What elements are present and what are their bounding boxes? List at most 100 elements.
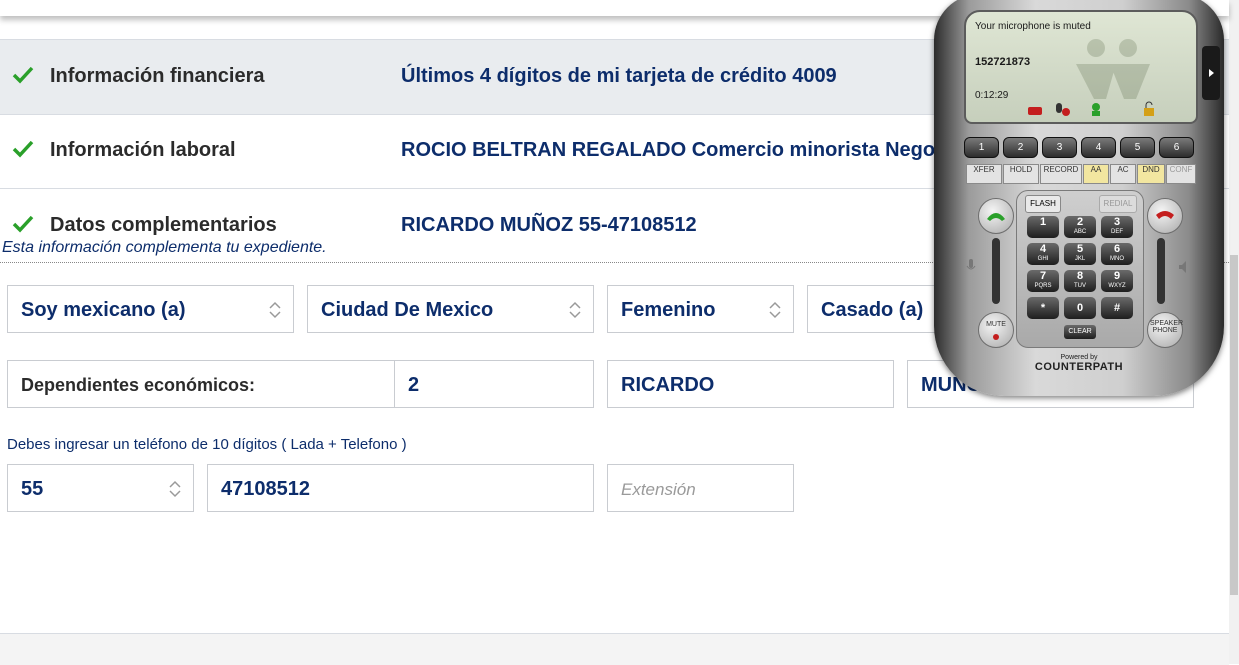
speaker-volume-slider[interactable] xyxy=(1157,238,1165,304)
select-arrows-icon xyxy=(169,480,181,498)
summary-value: ROCIO BELTRAN REGALADO Comercio minorist… xyxy=(401,139,965,161)
key-4[interactable]: 4 GHI xyxy=(1027,243,1059,265)
phone-number-input[interactable]: 47108512 xyxy=(207,464,594,512)
powered-by-text: Powered by xyxy=(1060,354,1098,361)
brand-footer: Powered by COUNTERPATH xyxy=(1034,354,1124,373)
mic-volume-slider[interactable] xyxy=(992,238,1000,304)
key-digit: 3 xyxy=(1113,216,1121,228)
counterpath-logo-icon xyxy=(1076,39,1150,99)
key-digit: 9 xyxy=(1113,270,1121,282)
line-button-5[interactable]: 5 xyxy=(1120,137,1155,158)
redial-button[interactable]: REDIAL xyxy=(1099,195,1137,213)
record-button[interactable]: RECORD xyxy=(1040,164,1082,184)
key-letters: JKL xyxy=(1074,256,1086,262)
dependents-input[interactable]: 2 xyxy=(394,360,594,408)
summary-value: RICARDO MUÑOZ 55-47108512 xyxy=(401,214,697,236)
key-6[interactable]: 6 MNO xyxy=(1101,243,1133,265)
key-digit: 1 xyxy=(1039,216,1047,228)
softphone-expand-tab[interactable] xyxy=(1202,46,1220,100)
key-3[interactable]: 3 DEF xyxy=(1101,216,1133,238)
phone-status-icon xyxy=(1028,107,1042,115)
summary-label: Información laboral xyxy=(50,139,236,161)
key-letters: PQRS xyxy=(1034,283,1052,289)
dependents-label: Dependientes económicos: xyxy=(21,375,256,395)
check-icon xyxy=(12,66,34,84)
line-button-6[interactable]: 6 xyxy=(1159,137,1194,158)
key-0[interactable]: 0 xyxy=(1064,297,1096,319)
phone-number-value: 47108512 xyxy=(221,478,310,500)
lada-value: 55 xyxy=(21,478,44,500)
softphone-window[interactable]: Your microphone is muted 152721873 0:12:… xyxy=(934,0,1224,396)
scrollbar-thumb[interactable] xyxy=(1230,255,1238,595)
key-letters: TUV xyxy=(1074,283,1086,289)
key-digit: * xyxy=(1040,302,1046,314)
key-8[interactable]: 8 TUV xyxy=(1064,270,1096,292)
summary-label: Datos complementarios xyxy=(50,214,277,236)
conference-button[interactable]: CONF xyxy=(1166,164,1196,184)
keypad: FLASH REDIAL 1 2 ABC 3 DEF 4 GHI 5 JKL 6 MNO … xyxy=(1016,190,1144,348)
key-1[interactable]: 1 xyxy=(1027,216,1059,238)
key-7[interactable]: 7 PQRS xyxy=(1027,270,1059,292)
key-2[interactable]: 2 ABC xyxy=(1064,216,1096,238)
line-button-1[interactable]: 1 xyxy=(964,137,999,158)
speakerphone-button[interactable]: SPEAKER PHONE xyxy=(1147,312,1183,348)
key-9[interactable]: 9 WXYZ xyxy=(1101,270,1133,292)
key-digit: 6 xyxy=(1113,243,1121,255)
dnd-button[interactable]: DND xyxy=(1137,164,1165,184)
section-note: Esta información complementa tu expedien… xyxy=(2,239,327,256)
microphone-icon xyxy=(966,259,976,270)
phone-answer-icon xyxy=(987,213,1005,221)
key-digit: 7 xyxy=(1039,270,1047,282)
summary-value: Últimos 4 dígitos de mi tarjeta de crédi… xyxy=(401,65,837,87)
line-button-3[interactable]: 3 xyxy=(1042,137,1077,158)
add-contact-icon xyxy=(1092,103,1100,116)
lada-select[interactable]: 55 xyxy=(7,464,194,512)
phone-hangup-icon xyxy=(1156,211,1174,219)
mute-label: MUTE xyxy=(986,321,1006,328)
check-icon xyxy=(12,140,34,158)
nationality-select[interactable]: Soy mexicano (a) xyxy=(7,285,294,333)
line-button-2[interactable]: 2 xyxy=(1003,137,1038,158)
flash-button[interactable]: FLASH xyxy=(1025,195,1061,213)
key-letters: GHI xyxy=(1037,256,1049,262)
answer-call-button[interactable] xyxy=(978,198,1014,234)
key-digit: 8 xyxy=(1076,270,1084,282)
unlock-icon xyxy=(1144,101,1154,116)
first-name-value: RICARDO xyxy=(621,374,715,396)
brand-name: COUNTERPATH xyxy=(1034,361,1124,373)
auto-answer-button[interactable]: AA xyxy=(1083,164,1109,184)
ac-button[interactable]: AC xyxy=(1110,164,1136,184)
mic-muted-icon xyxy=(1056,103,1070,116)
first-name-input[interactable]: RICARDO xyxy=(607,360,894,408)
arrow-right-icon xyxy=(1209,69,1214,77)
key-5[interactable]: 5 JKL xyxy=(1064,243,1096,265)
footer-divider xyxy=(0,633,1229,665)
xfer-button[interactable]: XFER xyxy=(966,164,1002,184)
key-letters: MNO xyxy=(1110,256,1124,262)
speaker-icon xyxy=(1179,261,1186,273)
select-arrows-icon xyxy=(269,301,281,319)
gender-select[interactable]: Femenino xyxy=(607,285,794,333)
city-value: Ciudad De Mexico xyxy=(321,299,494,321)
key-digit: 4 xyxy=(1039,243,1047,255)
summary-label: Información financiera xyxy=(50,65,265,87)
extension-input[interactable]: Extensión xyxy=(607,464,794,512)
key-digit: # xyxy=(1113,302,1121,314)
mute-status-text: Your microphone is muted xyxy=(975,21,1091,32)
check-icon xyxy=(12,215,34,233)
nationality-value: Soy mexicano (a) xyxy=(21,299,186,321)
mute-indicator-icon xyxy=(993,334,999,340)
line-button-4[interactable]: 4 xyxy=(1081,137,1116,158)
clear-button[interactable]: CLEAR xyxy=(1064,325,1096,339)
key-star[interactable]: * xyxy=(1027,297,1059,319)
select-arrows-icon xyxy=(569,301,581,319)
select-arrows-icon xyxy=(769,301,781,319)
hold-button[interactable]: HOLD xyxy=(1003,164,1039,184)
scrollbar[interactable] xyxy=(1229,0,1239,664)
speakerphone-label: SPEAKER PHONE xyxy=(1150,320,1184,334)
city-select[interactable]: Ciudad De Mexico xyxy=(307,285,594,333)
extension-placeholder: Extensión xyxy=(621,480,696,499)
mute-button[interactable]: MUTE xyxy=(978,312,1014,348)
hangup-button[interactable] xyxy=(1147,198,1183,234)
key-hash[interactable]: # xyxy=(1101,297,1133,319)
